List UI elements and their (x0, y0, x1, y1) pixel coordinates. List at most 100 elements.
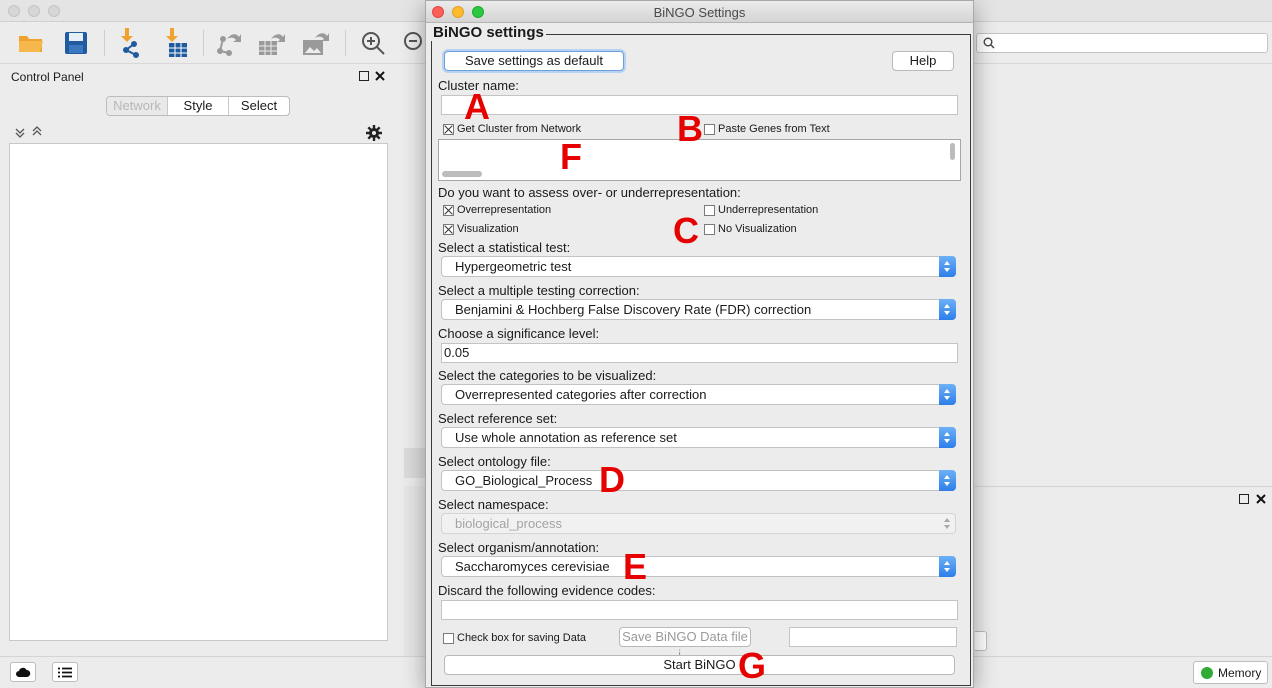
visualization-checkbox[interactable]: Visualization (443, 223, 519, 235)
import-table-icon[interactable] (160, 28, 190, 58)
categories-select[interactable]: Overrepresented categories after correct… (441, 384, 956, 405)
correction-select[interactable]: Benjamini & Hochberg False Discovery Rat… (441, 299, 956, 320)
annotation-e: E (623, 546, 648, 587)
import-network-icon[interactable] (115, 28, 145, 58)
ontology-label: Select ontology file: (438, 454, 551, 469)
chevron-updown-icon (939, 256, 956, 277)
control-panel-tabs: Network Style Select (106, 96, 290, 116)
namespace-select: biological_process (441, 513, 956, 534)
significance-field[interactable]: 0.05 (441, 343, 958, 363)
float-panel-icon[interactable] (359, 70, 369, 84)
save-data-checkbox[interactable]: Check box for saving Data (443, 632, 586, 644)
organism-select[interactable]: Saccharomyces cerevisiae (441, 556, 956, 577)
vertical-scrollbar[interactable] (950, 143, 955, 160)
memory-status-icon (1201, 666, 1213, 679)
dialog-titlebar: BiNGO Settings (426, 1, 973, 23)
no-visualization-label: No Visualization (718, 223, 797, 235)
task-list-icon[interactable] (52, 662, 78, 682)
annotation-b: B (677, 108, 703, 149)
zoom-in-icon[interactable] (358, 28, 388, 58)
float-panel-icon[interactable] (1239, 492, 1249, 507)
checkbox-checked-icon (443, 204, 454, 216)
zoom-window-button[interactable] (48, 5, 60, 17)
checkbox-checked-icon (443, 223, 454, 235)
overrepresentation-label: Overrepresentation (457, 204, 552, 216)
network-view-area[interactable] (975, 64, 1272, 448)
namespace-label: Select namespace: (438, 497, 549, 512)
export-table-icon[interactable] (257, 28, 287, 58)
checkbox-unchecked-icon (704, 223, 715, 235)
evidence-codes-field[interactable] (441, 600, 958, 620)
tab-style[interactable]: Style (168, 97, 229, 115)
minimize-window-button[interactable] (28, 5, 40, 17)
annotation-f: F (560, 136, 582, 177)
close-panel-icon[interactable] (375, 70, 385, 84)
annotation-c: C (673, 210, 699, 251)
save-icon[interactable] (61, 28, 91, 58)
memory-label: Memory (1218, 665, 1262, 680)
annotation-a: A (464, 86, 490, 127)
organism-label: Select organism/annotation: (438, 540, 600, 555)
paste-genes-checkbox[interactable]: Paste Genes from Text (704, 123, 830, 135)
hidden-button-edge[interactable] (975, 631, 987, 651)
categories-value: Overrepresented categories after correct… (455, 387, 707, 402)
save-data-label: Check box for saving Data (457, 632, 587, 644)
memory-button[interactable]: Memory (1193, 661, 1268, 684)
assess-label: Do you want to assess over- or underrepr… (438, 185, 741, 200)
checkbox-checked-icon (443, 123, 454, 135)
chevron-updown-icon (939, 513, 956, 534)
overrepresentation-checkbox[interactable]: Overrepresentation (443, 204, 551, 216)
checkbox-unchecked-icon (443, 632, 454, 644)
save-data-path-field[interactable] (789, 627, 957, 647)
toolbar-separator (104, 30, 105, 56)
start-bingo-button[interactable]: Start BiNGO (444, 655, 955, 675)
close-window-button[interactable] (8, 5, 20, 17)
open-folder-icon[interactable] (16, 28, 46, 58)
chevron-updown-icon (939, 556, 956, 577)
visualization-label: Visualization (457, 223, 519, 235)
stat-test-select[interactable]: Hypergeometric test (441, 256, 956, 277)
export-network-icon[interactable] (214, 28, 244, 58)
chevron-updown-icon (939, 299, 956, 320)
reference-label: Select reference set: (438, 411, 558, 426)
chevron-updown-icon (939, 384, 956, 405)
significance-label: Choose a significance level: (438, 326, 600, 341)
checkbox-unchecked-icon (704, 123, 715, 135)
cloud-icon[interactable] (10, 662, 36, 682)
namespace-value: biological_process (455, 516, 562, 531)
save-as-default-button[interactable]: Save settings as default (444, 51, 624, 71)
ontology-select[interactable]: GO_Biological_Process (441, 470, 956, 491)
tab-network[interactable]: Network (107, 97, 168, 115)
save-data-file-button[interactable]: Save BiNGO Data file i... (619, 627, 751, 662)
correction-label: Select a multiple testing correction: (438, 283, 640, 298)
settings-group-title: BiNGO settings (431, 24, 546, 41)
search-input[interactable] (976, 33, 1268, 53)
organism-value: Saccharomyces cerevisiae (455, 559, 610, 574)
annotation-d: D (599, 459, 625, 500)
dialog-title: BiNGO Settings (653, 5, 746, 20)
collapse-all-icon[interactable] (14, 126, 44, 141)
horizontal-scrollbar[interactable] (442, 171, 482, 177)
ontology-value: GO_Biological_Process (455, 473, 593, 488)
export-image-icon[interactable] (301, 28, 331, 58)
categories-label: Select the categories to be visualized: (438, 368, 657, 383)
no-visualization-checkbox[interactable]: No Visualization (704, 223, 797, 235)
correction-value: Benjamini & Hochberg False Discovery Rat… (455, 302, 812, 317)
chevron-updown-icon (939, 427, 956, 448)
table-panel (975, 486, 1272, 656)
gear-icon[interactable] (366, 125, 382, 144)
toolbar-separator (203, 30, 204, 56)
close-panel-icon[interactable] (1256, 492, 1266, 507)
tab-select[interactable]: Select (229, 97, 289, 115)
control-panel-title: Control Panel (11, 70, 84, 84)
chevron-updown-icon (939, 470, 956, 491)
checkbox-unchecked-icon (704, 204, 715, 216)
reference-select[interactable]: Use whole annotation as reference set (441, 427, 956, 448)
underrepresentation-label: Underrepresentation (718, 204, 819, 216)
network-list[interactable] (9, 143, 388, 641)
stat-test-label: Select a statistical test: (438, 240, 571, 255)
help-button[interactable]: Help (892, 51, 954, 71)
reference-value: Use whole annotation as reference set (455, 430, 677, 445)
underrepresentation-checkbox[interactable]: Underrepresentation (704, 204, 818, 216)
paste-genes-label: Paste Genes from Text (718, 123, 830, 135)
